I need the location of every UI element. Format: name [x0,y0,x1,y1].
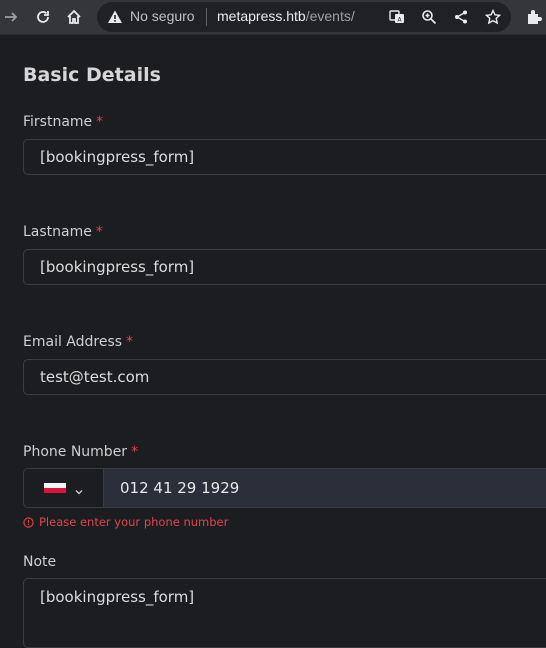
required-marker: * [95,224,103,240]
bookmark-star-icon[interactable] [483,7,503,27]
browser-toolbar: No seguro metapress.htb/events/ A [0,0,546,35]
note-textarea[interactable]: [bookingpress_form] [23,578,546,648]
lastname-input[interactable] [23,249,546,285]
required-marker: * [126,334,134,350]
translate-icon[interactable]: A [387,7,407,27]
zoom-icon[interactable] [419,7,439,27]
lastname-label-text: Lastname [23,224,92,240]
firstname-label: Firstname * [23,114,103,130]
url-text[interactable]: metapress.htb/events/ [217,8,355,24]
note-label-text: Note [23,554,57,570]
phone-input[interactable] [104,469,546,507]
email-label-text: Email Address [23,334,123,350]
home-icon[interactable] [61,4,87,30]
chevron-down-icon [74,482,84,495]
firstname-input[interactable] [23,139,546,175]
reload-icon[interactable] [30,4,56,30]
section-title: Basic Details [23,64,161,86]
url-path: /events/ [305,8,355,24]
forward-arrow-icon[interactable] [0,4,24,30]
url-host: metapress.htb [217,8,306,24]
firstname-label-text: Firstname [23,114,93,130]
phone-field [23,468,546,508]
share-icon[interactable] [451,7,471,27]
omnibox-separator [206,8,207,26]
lastname-label: Lastname * [23,224,103,240]
country-code-select[interactable] [24,469,104,507]
required-marker: * [131,444,139,460]
error-info-icon [23,516,34,528]
address-bar[interactable]: No seguro metapress.htb/events/ A [97,2,511,32]
security-status-label[interactable]: No seguro [130,8,195,24]
note-label: Note [23,554,56,570]
phone-label-text: Phone Number [23,444,128,460]
warning-icon [107,9,123,25]
phone-label: Phone Number * [23,444,138,460]
required-marker: * [96,114,104,130]
poland-flag-icon [44,483,66,493]
extensions-puzzle-icon[interactable] [521,4,546,30]
phone-error-text: Please enter your phone number [39,515,229,529]
email-label: Email Address * [23,334,133,350]
email-input[interactable] [23,359,546,395]
phone-error-message: Please enter your phone number [23,515,228,529]
